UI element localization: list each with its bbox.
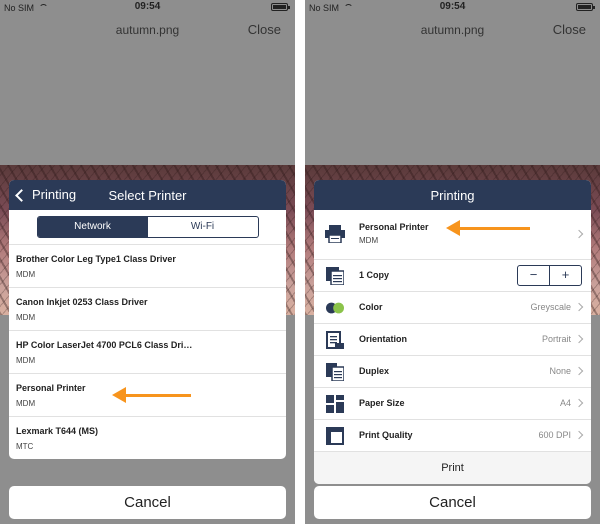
print-quality-icon [326, 427, 344, 445]
chevron-right-icon [574, 334, 584, 344]
orientation-icon [326, 331, 344, 349]
selected-printer-row[interactable]: Personal Printer MDM [314, 210, 591, 259]
printer-type: MTC [16, 442, 34, 451]
printer-name: Personal Printer [359, 222, 429, 232]
printer-name: Personal Printer [16, 383, 86, 393]
chevron-right-icon [574, 366, 584, 376]
printer-name: Lexmark T644 (MS) [16, 426, 99, 436]
printer-row[interactable]: Brother Color Leg Type1 Class Driver MDM [9, 244, 286, 287]
setting-label: Color [359, 302, 383, 312]
setting-label: Print Quality [359, 430, 413, 440]
close-button[interactable]: Close [248, 22, 281, 37]
status-bar: No SIM 09:54 [0, 0, 295, 14]
printer-row[interactable]: Canon Inkjet 0253 Class Driver MDM [9, 287, 286, 330]
close-button[interactable]: Close [553, 22, 586, 37]
tab-network[interactable]: Network [37, 217, 148, 237]
select-printer-panel: Printing Select Printer Network Wi-Fi Br… [9, 180, 286, 459]
chevron-right-icon [574, 398, 584, 408]
printer-row[interactable]: Personal Printer MDM [9, 373, 286, 416]
setting-row-orientation[interactable]: Orientation Portrait [314, 323, 591, 355]
printer-name: HP Color LaserJet 4700 PCL6 Class Dri… [16, 340, 193, 350]
navbar: autumn.png Close [0, 14, 295, 44]
copies-stepper: − + [517, 265, 582, 286]
cancel-button[interactable]: Cancel [314, 486, 591, 519]
printer-row[interactable]: HP Color LaserJet 4700 PCL6 Class Dri… M… [9, 330, 286, 373]
duplex-icon [326, 363, 344, 381]
printer-type: MDM [16, 399, 36, 408]
phone-screen-select-printer: No SIM 09:54 autumn.png Close Printing S… [0, 0, 295, 524]
battery-icon [271, 3, 290, 11]
copies-row: 1 Copy − + [314, 259, 591, 291]
status-bar: No SIM 09:54 [305, 0, 600, 14]
phone-screen-printing: No SIM 09:54 autumn.png Close Printing P… [305, 0, 600, 524]
annotation-arrow-icon [446, 220, 530, 236]
printer-type: MDM [16, 270, 36, 279]
setting-value: Portrait [541, 334, 571, 344]
copies-label: 1 Copy [359, 270, 390, 280]
printer-row[interactable]: Lexmark T644 (MS) MTC [9, 416, 286, 459]
copies-icon [326, 267, 344, 285]
setting-label: Paper Size [359, 398, 405, 408]
clock: 09:54 [134, 1, 161, 12]
chevron-right-icon [574, 302, 584, 312]
panel-header: Printing [314, 180, 591, 210]
network-segmented-control: Network Wi-Fi [36, 216, 259, 238]
chevron-right-icon [574, 229, 584, 239]
printer-name: Brother Color Leg Type1 Class Driver [16, 254, 176, 264]
printer-type: MDM [16, 356, 36, 365]
print-button[interactable]: Print [314, 451, 591, 484]
setting-row-color[interactable]: Color Greyscale [314, 291, 591, 323]
decrement-button[interactable]: − [518, 266, 550, 285]
setting-value: 600 DPI [538, 430, 571, 440]
paper-size-icon [326, 395, 344, 413]
cancel-button[interactable]: Cancel [9, 486, 286, 519]
increment-button[interactable]: + [550, 266, 581, 285]
clock: 09:54 [439, 1, 466, 12]
printer-type: MDM [16, 313, 36, 322]
setting-value: A4 [559, 398, 571, 408]
printing-panel: Printing Personal Printer MDM 1 Copy − +… [314, 180, 591, 484]
tab-wifi[interactable]: Wi-Fi [148, 217, 258, 237]
setting-value: Greyscale [530, 302, 571, 312]
printer-type: MDM [359, 236, 379, 245]
panel-title: Select Printer [108, 188, 187, 203]
setting-row-duplex[interactable]: Duplex None [314, 355, 591, 387]
panel-header: Printing Select Printer [9, 180, 286, 210]
navbar: autumn.png Close [305, 14, 600, 44]
setting-row-paper-size[interactable]: Paper Size A4 [314, 387, 591, 419]
battery-icon [576, 3, 595, 11]
setting-label: Orientation [359, 334, 408, 344]
color-icon [326, 302, 344, 314]
printer-name: Canon Inkjet 0253 Class Driver [16, 297, 148, 307]
printer-icon [325, 225, 345, 243]
chevron-right-icon [574, 430, 584, 440]
setting-value: None [549, 366, 571, 376]
annotation-arrow-icon [112, 387, 191, 403]
setting-label: Duplex [359, 366, 390, 376]
setting-row-print-quality[interactable]: Print Quality 600 DPI [314, 419, 591, 451]
panel-title: Printing [430, 188, 475, 203]
